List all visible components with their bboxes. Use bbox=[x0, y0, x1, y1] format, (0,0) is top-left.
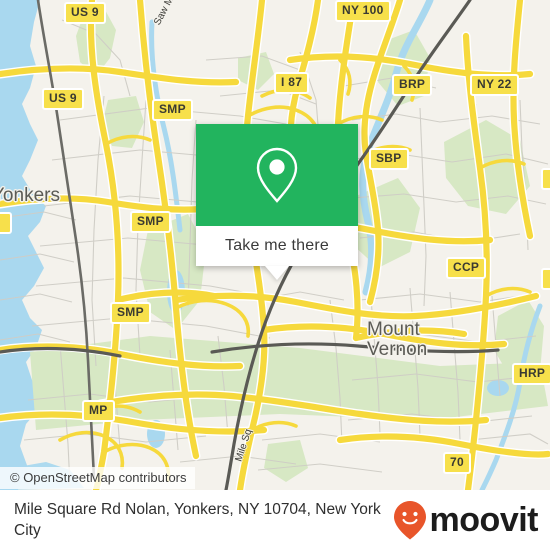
popup-tail-pointer bbox=[265, 266, 289, 280]
shield-clipped-right-lower[interactable] bbox=[541, 268, 550, 290]
address-text: Mile Square Rd Nolan, Yonkers, NY 10704,… bbox=[14, 501, 381, 539]
shield-brp[interactable]: BRP bbox=[392, 74, 433, 96]
map-pin-icon bbox=[256, 147, 298, 203]
location-popup-card[interactable]: Take me there bbox=[196, 124, 358, 280]
place-label-yonkers: Yonkers bbox=[0, 185, 60, 206]
shield-clipped-right-upper[interactable] bbox=[541, 168, 550, 190]
popup-icon-panel bbox=[196, 124, 358, 226]
osm-attribution[interactable]: © OpenStreetMap contributors bbox=[0, 467, 195, 489]
take-me-there-label: Take me there bbox=[225, 237, 329, 254]
shield-us-9-south[interactable]: US 9 bbox=[42, 88, 84, 110]
shield-smp-mid[interactable]: SMP bbox=[130, 211, 171, 233]
shield-smp-north[interactable]: SMP bbox=[152, 99, 193, 121]
place-label-mount-vernon: Mount Vernon bbox=[367, 319, 428, 360]
shield-70[interactable]: 70 bbox=[443, 452, 471, 474]
shield-i-87[interactable]: I 87 bbox=[274, 72, 310, 94]
water-lake-hutch bbox=[487, 380, 509, 396]
moovit-wordmark: moovit bbox=[429, 501, 539, 539]
shield-clipped-left[interactable] bbox=[0, 212, 12, 234]
popup-action-panel[interactable]: Take me there bbox=[196, 226, 358, 266]
moovit-map-screenshot: Yonkers MountVernon Saw Mill Riv Mile Sq… bbox=[0, 0, 550, 550]
moovit-pin-smile-icon bbox=[393, 501, 426, 540]
shield-hrp[interactable]: HRP bbox=[512, 363, 550, 385]
shield-smp-south[interactable]: SMP bbox=[110, 302, 151, 324]
shield-mp[interactable]: MP bbox=[82, 400, 115, 422]
shield-ccp[interactable]: CCP bbox=[446, 257, 487, 279]
shield-ny-100[interactable]: NY 100 bbox=[335, 0, 391, 22]
shield-ny-22[interactable]: NY 22 bbox=[470, 74, 519, 96]
shield-us-9-north[interactable]: US 9 bbox=[64, 2, 106, 24]
moovit-logo[interactable]: moovit bbox=[393, 500, 539, 540]
map-canvas[interactable]: Yonkers MountVernon Saw Mill Riv Mile Sq… bbox=[0, 0, 550, 490]
shield-sbp[interactable]: SBP bbox=[369, 148, 409, 170]
footer-bar: Mile Square Rd Nolan, Yonkers, NY 10704,… bbox=[0, 490, 550, 550]
